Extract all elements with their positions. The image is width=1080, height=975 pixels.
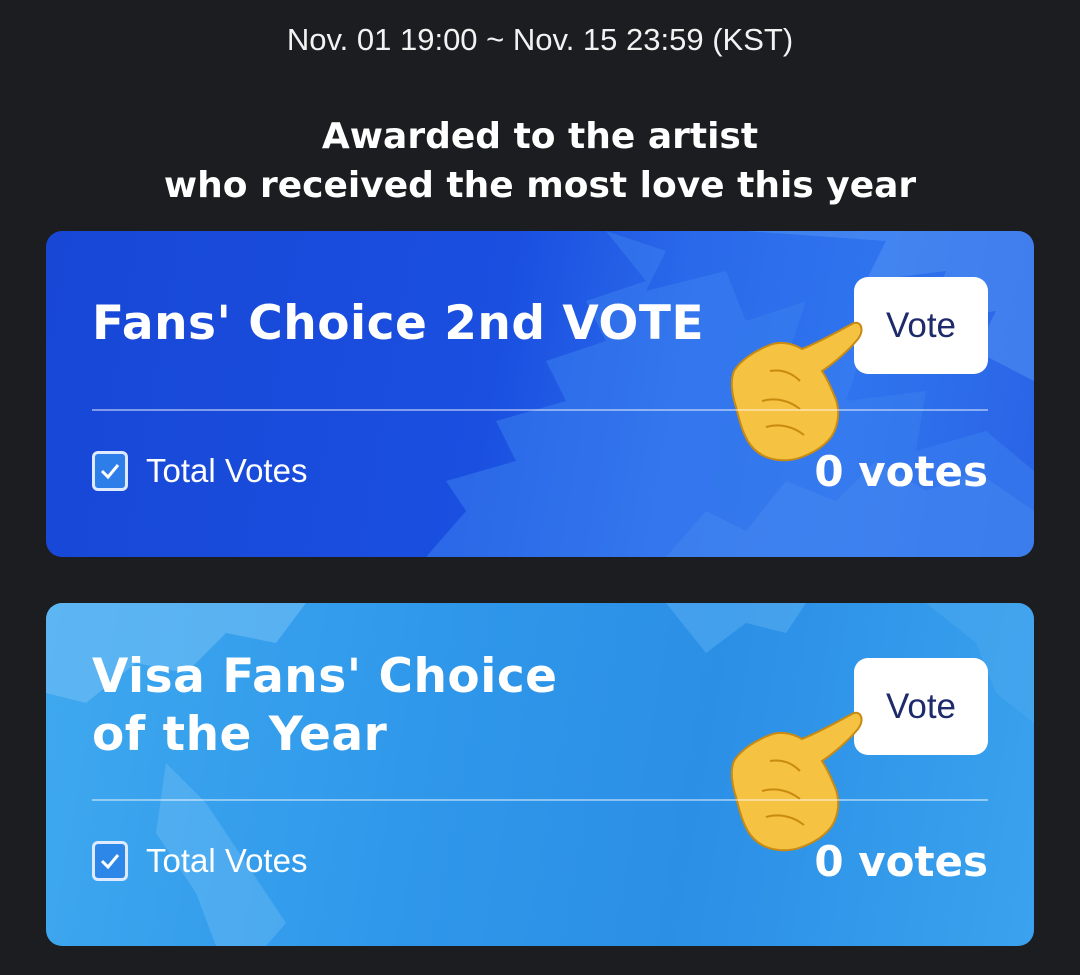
vote-card-visa-fans-choice: Visa Fans' Choice of the Year Vote Total… (46, 603, 1034, 946)
card-divider (92, 799, 988, 801)
total-votes-label: Total Votes (146, 842, 308, 879)
checkbox-checked-icon (92, 841, 128, 881)
card-title-line2: of the Year (92, 707, 388, 762)
card-title: Visa Fans' Choice of the Year (92, 648, 558, 764)
card-title-line1: Visa Fans' Choice (92, 649, 558, 704)
vote-period: Nov. 01 19:00 ~ Nov. 15 23:59 (KST) (286, 22, 794, 57)
award-description: Awarded to the artist who received the m… (0, 112, 1080, 210)
award-description-line2: who received the most love this year (163, 165, 917, 206)
total-votes-row: Total Votes 0 votes (92, 836, 988, 886)
award-description-line1: Awarded to the artist (321, 116, 759, 157)
checkbox-checked-icon (92, 451, 128, 491)
votes-count: 0 votes (814, 446, 988, 496)
card-title: Fans' Choice 2nd VOTE (92, 295, 704, 353)
total-votes-row: Total Votes 0 votes (92, 446, 988, 496)
vote-card-fans-choice-2nd: Fans' Choice 2nd VOTE Vote Total Votes 0… (46, 231, 1034, 557)
card-divider (92, 409, 988, 411)
votes-count: 0 votes (814, 836, 988, 886)
card-title-line1: Fans' Choice 2nd VOTE (92, 296, 705, 351)
total-votes-label: Total Votes (146, 452, 308, 489)
